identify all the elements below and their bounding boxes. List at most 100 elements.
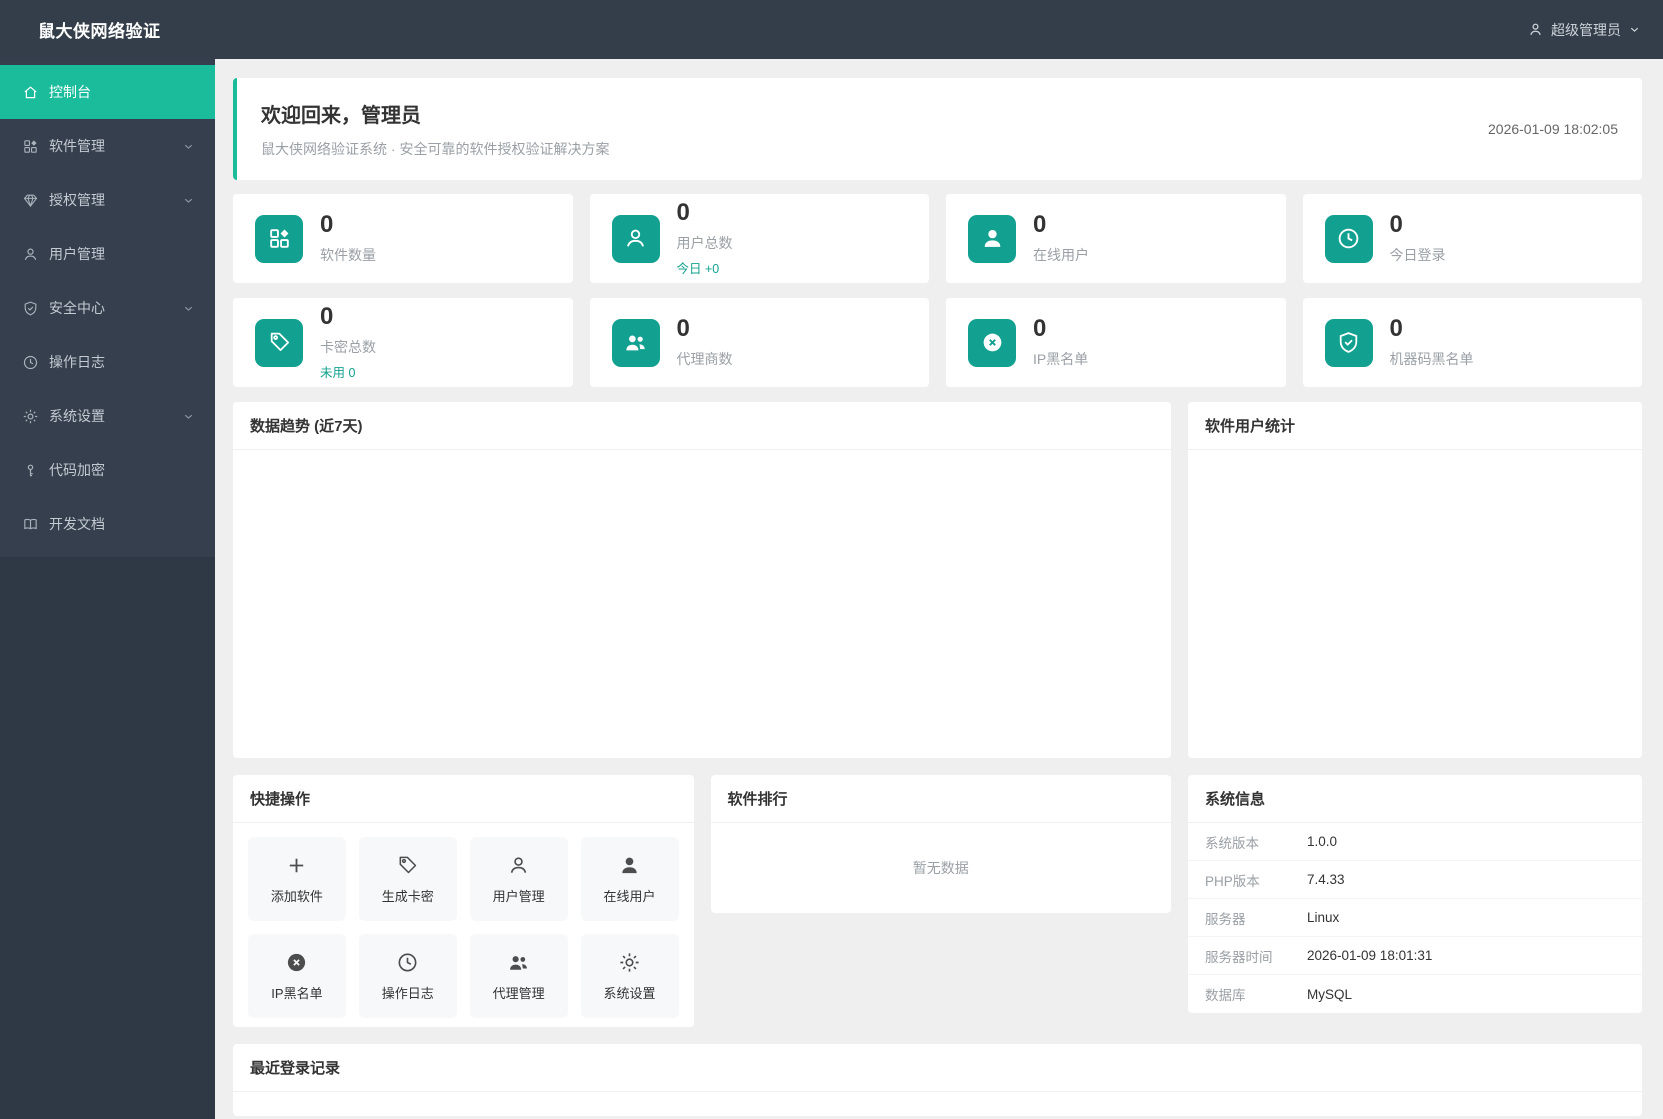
stat-sub: 未用 0 bbox=[320, 365, 356, 380]
sidebar-item-encryption[interactable]: 代码加密 bbox=[0, 443, 215, 497]
sidebar: 控制台 软件管理 授权管理 用户管理 安全中心 操作日志 系统设置 代码加密 开… bbox=[0, 59, 215, 1119]
system-info-panel: 系统信息 系统版本 1.0.0 PHP版本 7.4.33 服务器 Linux 服… bbox=[1188, 775, 1642, 1013]
tag-icon bbox=[255, 318, 303, 367]
quick-action-label: 代理管理 bbox=[492, 985, 545, 1001]
apps-icon bbox=[255, 214, 303, 263]
quick-actions-grid: 添加软件 生成卡密 用户管理 在线用户 IP黑名单 操作日志 代理管理 系统设置 bbox=[233, 823, 694, 1032]
stat-label: 代理商数 bbox=[676, 350, 733, 367]
software-ranking-title: 软件排行 bbox=[710, 775, 1171, 823]
info-value: MySQL bbox=[1307, 986, 1353, 1002]
sidebar-nav: 控制台 软件管理 授权管理 用户管理 安全中心 操作日志 系统设置 代码加密 开… bbox=[0, 59, 215, 557]
key-icon bbox=[22, 462, 39, 479]
quick-actions-panel: 快捷操作 添加软件 生成卡密 用户管理 在线用户 IP黑名单 操作日志 代理管理… bbox=[233, 775, 694, 1027]
quick-action-online-users[interactable]: 在线用户 bbox=[580, 837, 679, 921]
sidebar-item-settings[interactable]: 系统设置 bbox=[0, 389, 215, 443]
quick-action-label: 生成卡密 bbox=[381, 888, 434, 904]
info-label: 服务器时间 bbox=[1205, 949, 1273, 965]
quick-action-ip-blacklist[interactable]: IP黑名单 bbox=[248, 934, 346, 1018]
quick-action-system-settings[interactable]: 系统设置 bbox=[580, 934, 679, 1018]
stat-sub: 今日 +0 bbox=[676, 261, 720, 276]
apps-icon bbox=[22, 138, 39, 155]
info-value: 7.4.33 bbox=[1307, 872, 1345, 887]
user-icon bbox=[1527, 21, 1544, 38]
stat-label: 在线用户 bbox=[1033, 246, 1089, 263]
sidebar-item-label: 授权管理 bbox=[49, 192, 105, 208]
stat-card-agents: 0 代理商数 bbox=[589, 298, 929, 387]
welcome-subtitle: 鼠大侠网络验证系统 · 安全可靠的软件授权验证解决方案 bbox=[261, 141, 610, 157]
info-value: 2026-01-09 18:01:31 bbox=[1307, 948, 1433, 963]
stat-card-today-logins: 0 今日登录 bbox=[1302, 194, 1642, 283]
software-user-stats-title: 软件用户统计 bbox=[1188, 402, 1642, 450]
chevron-down-icon bbox=[182, 410, 195, 423]
main-content: 欢迎回来，管理员 鼠大侠网络验证系统 · 安全可靠的软件授权验证解决方案 202… bbox=[215, 59, 1663, 1119]
stat-value: 0 bbox=[1389, 211, 1403, 239]
welcome-card: 欢迎回来，管理员 鼠大侠网络验证系统 · 安全可靠的软件授权验证解决方案 202… bbox=[233, 78, 1642, 180]
stat-card-machine-blacklist: 0 机器码黑名单 bbox=[1302, 298, 1642, 387]
chevron-down-icon bbox=[182, 194, 195, 207]
welcome-title: 欢迎回来，管理员 bbox=[261, 105, 421, 127]
quick-action-agent-management[interactable]: 代理管理 bbox=[469, 934, 568, 1018]
trend-chart-panel: 数据趋势 (近7天) bbox=[233, 402, 1171, 758]
quick-action-label: 在线用户 bbox=[603, 888, 656, 904]
gear-icon bbox=[22, 408, 39, 425]
sidebar-item-label: 代码加密 bbox=[49, 462, 105, 478]
quick-action-user-management[interactable]: 用户管理 bbox=[469, 837, 568, 921]
sidebar-item-license[interactable]: 授权管理 bbox=[0, 173, 215, 227]
stat-card-total-users: 0 用户总数 今日 +0 bbox=[589, 194, 929, 283]
stat-label: IP黑名单 bbox=[1033, 350, 1089, 367]
stat-card-online-users: 0 在线用户 bbox=[946, 194, 1286, 283]
quick-action-generate-keys[interactable]: 生成卡密 bbox=[358, 837, 457, 921]
stats-grid: 0 软件数量 0 用户总数 今日 +0 0 在线用户 0 今日登录 0 卡密总数 未用 0 0 bbox=[233, 194, 1642, 387]
stat-value: 0 bbox=[676, 199, 690, 227]
stat-label: 卡密总数 bbox=[320, 338, 376, 355]
sidebar-item-software[interactable]: 软件管理 bbox=[0, 119, 215, 173]
quick-action-label: 操作日志 bbox=[381, 985, 434, 1001]
recent-logins-panel: 最近登录记录 bbox=[233, 1044, 1642, 1116]
quick-action-add-software[interactable]: 添加软件 bbox=[248, 837, 346, 921]
chevron-down-icon bbox=[182, 140, 195, 153]
quick-action-label: 添加软件 bbox=[270, 888, 323, 904]
stat-value: 0 bbox=[1033, 315, 1047, 343]
software-user-stats-body bbox=[1188, 450, 1642, 757]
recent-logins-body bbox=[233, 1092, 1642, 1115]
stat-label: 机器码黑名单 bbox=[1389, 350, 1474, 367]
quick-actions-title: 快捷操作 bbox=[233, 775, 694, 823]
info-label: 服务器 bbox=[1205, 911, 1246, 927]
system-info-row-php: PHP版本 7.4.33 bbox=[1188, 861, 1642, 899]
software-ranking-empty: 暂无数据 bbox=[912, 859, 969, 876]
quick-action-label: 系统设置 bbox=[603, 985, 656, 1001]
sidebar-item-label: 安全中心 bbox=[49, 300, 105, 316]
info-value: Linux bbox=[1307, 910, 1340, 925]
stat-value: 0 bbox=[676, 315, 690, 343]
sidebar-item-label: 软件管理 bbox=[49, 138, 105, 154]
user-menu[interactable]: 超级管理员 bbox=[1527, 20, 1663, 40]
sidebar-item-docs[interactable]: 开发文档 bbox=[0, 497, 215, 551]
chevron-down-icon bbox=[182, 302, 195, 315]
stat-label: 今日登录 bbox=[1389, 246, 1446, 263]
system-info-row-version: 系统版本 1.0.0 bbox=[1188, 823, 1642, 861]
trend-chart-title: 数据趋势 (近7天) bbox=[233, 402, 1171, 450]
current-time: 2026-01-09 18:02:05 bbox=[1488, 121, 1618, 137]
sidebar-item-label: 系统设置 bbox=[49, 408, 105, 424]
user-name: 超级管理员 bbox=[1551, 21, 1621, 38]
clock-icon bbox=[396, 951, 419, 974]
stat-card-software-count: 0 软件数量 bbox=[233, 194, 573, 283]
sidebar-item-security[interactable]: 安全中心 bbox=[0, 281, 215, 335]
sidebar-item-users[interactable]: 用户管理 bbox=[0, 227, 215, 281]
system-info-title: 系统信息 bbox=[1188, 775, 1642, 823]
quick-action-label: IP黑名单 bbox=[271, 985, 323, 1001]
sidebar-item-dashboard[interactable]: 控制台 bbox=[0, 65, 215, 119]
sidebar-item-logs[interactable]: 操作日志 bbox=[0, 335, 215, 389]
stat-card-card-keys: 0 卡密总数 未用 0 bbox=[233, 298, 573, 387]
info-label: PHP版本 bbox=[1205, 873, 1260, 889]
quick-action-label: 用户管理 bbox=[492, 888, 545, 904]
trend-chart-body bbox=[233, 450, 1171, 757]
users-icon bbox=[507, 951, 530, 974]
user-icon bbox=[611, 214, 660, 263]
software-user-stats-panel: 软件用户统计 bbox=[1188, 402, 1642, 758]
stat-label: 软件数量 bbox=[320, 246, 376, 263]
sidebar-item-label: 控制台 bbox=[49, 84, 91, 100]
users-icon bbox=[611, 318, 660, 367]
quick-action-operation-logs[interactable]: 操作日志 bbox=[358, 934, 457, 1018]
circle-x-icon bbox=[285, 951, 308, 974]
